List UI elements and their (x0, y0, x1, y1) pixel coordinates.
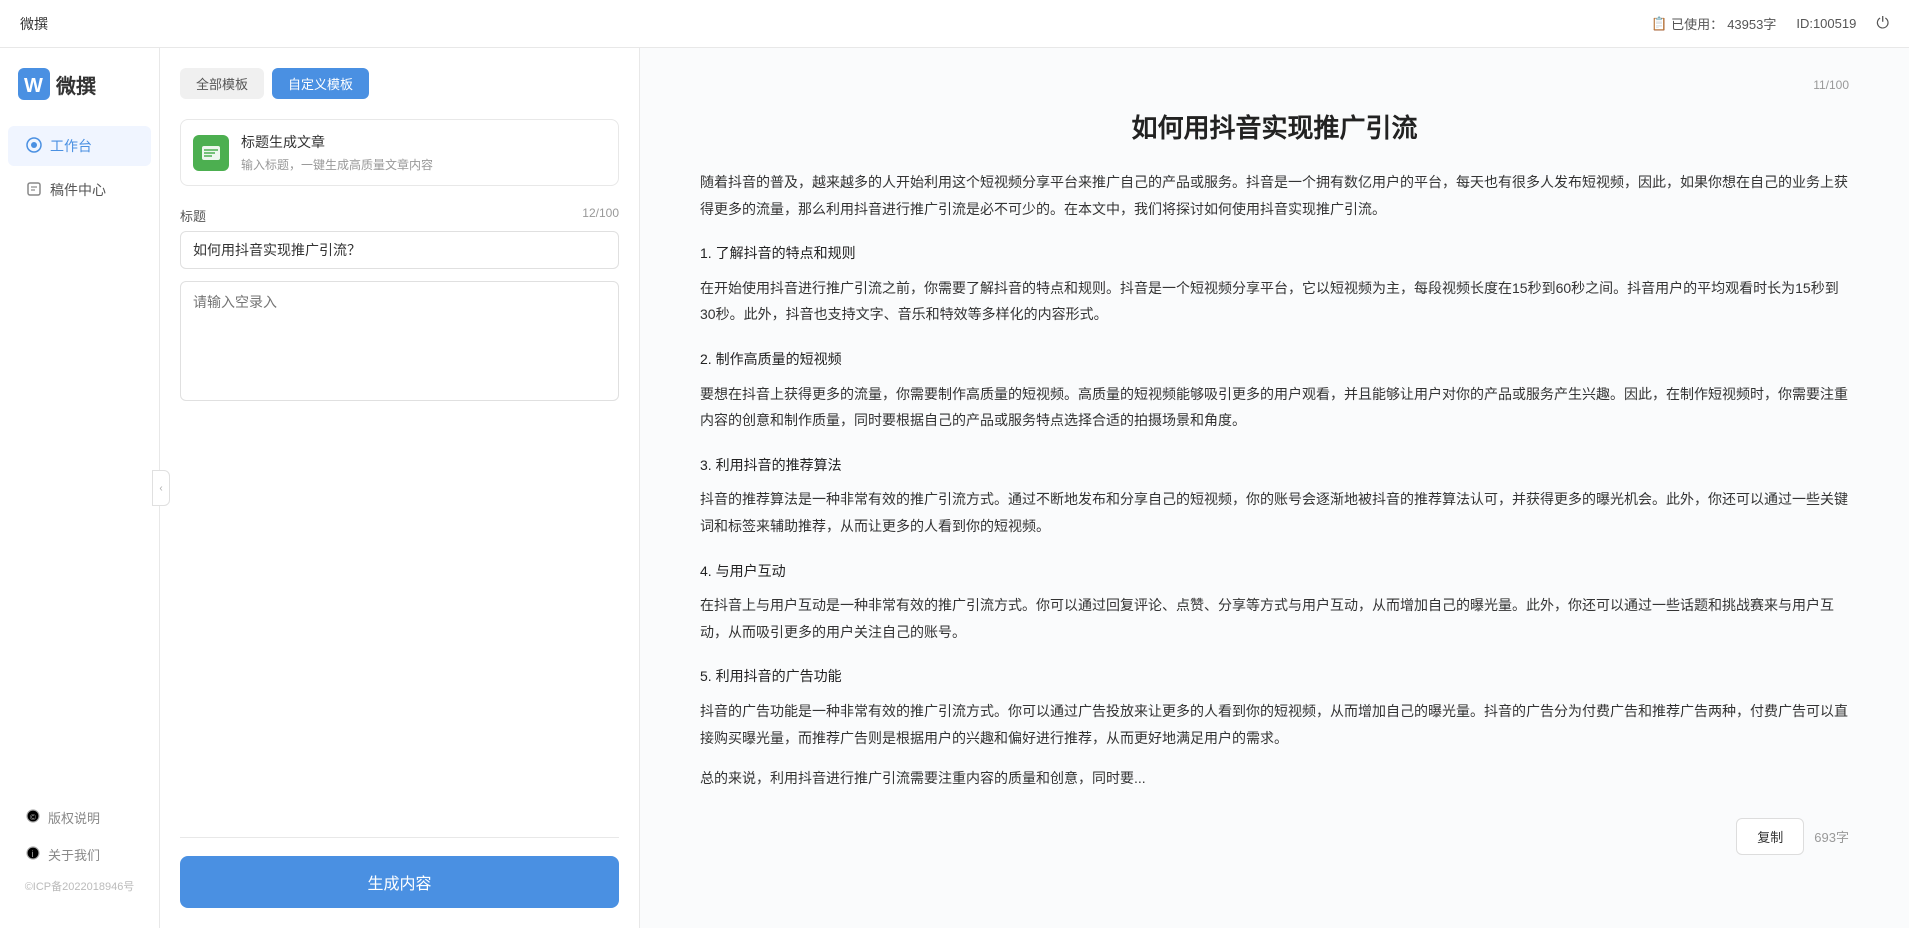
logo-icon: W (18, 68, 50, 100)
main-layout: W 微撰 工作台 稿件中心 (0, 48, 1909, 928)
left-panel: 全部模板 自定义模板 标题生成文章 输入标题，一键生成高质量文章内容 (160, 48, 640, 928)
tab-all-templates[interactable]: 全部模板 (180, 68, 264, 99)
page-counter: 11/100 (700, 78, 1849, 92)
title-input[interactable] (180, 231, 619, 269)
sidebar: W 微撰 工作台 稿件中心 (0, 48, 160, 928)
sidebar-item-label-workbench: 工作台 (50, 136, 92, 156)
topbar-title: 微撰 (20, 14, 48, 34)
field-title-label: 标题 (180, 206, 206, 225)
tab-custom-templates[interactable]: 自定义模板 (272, 68, 369, 99)
sidebar-item-label-drafts: 稿件中心 (50, 180, 106, 200)
logo-area: W 微撰 (0, 68, 159, 124)
article-paragraph: 在抖音上与用户互动是一种非常有效的推广引流方式。你可以通过回复评论、点赞、分享等… (700, 592, 1849, 645)
article-paragraph: 在开始使用抖音进行推广引流之前，你需要了解抖音的特点和规则。抖音是一个短视频分享… (700, 275, 1849, 328)
article-section-heading: 3. 利用抖音的推荐算法 (700, 452, 1849, 479)
article-section-heading: 5. 利用抖音的广告功能 (700, 663, 1849, 690)
article-paragraph: 要想在抖音上获得更多的流量，你需要制作高质量的短视频。高质量的短视频能够吸引更多… (700, 381, 1849, 434)
article-paragraph: 抖音的广告功能是一种非常有效的推广引流方式。你可以通过广告投放来让更多的人看到你… (700, 698, 1849, 751)
sidebar-item-copyright[interactable]: © 版权说明 (8, 800, 151, 835)
workbench-icon (26, 137, 42, 156)
topbar-id: ID:100519 (1796, 16, 1856, 31)
copyright-icon: © (26, 809, 40, 826)
article-paragraph: 抖音的推荐算法是一种非常有效的推广引流方式。通过不断地发布和分享自己的短视频，你… (700, 486, 1849, 539)
topbar: 微撰 📋 已使用： 43953字 ID:100519 ⏻ (0, 0, 1909, 48)
drafts-icon (26, 181, 42, 200)
article-title: 如何用抖音实现推广引流 (700, 108, 1849, 145)
template-icon (193, 135, 229, 171)
tabs-row: 全部模板 自定义模板 (180, 68, 619, 99)
svg-text:©: © (30, 813, 36, 822)
article-section-heading: 2. 制作高质量的短视频 (700, 346, 1849, 373)
article-section-heading: 1. 了解抖音的特点和规则 (700, 240, 1849, 267)
content-area: 全部模板 自定义模板 标题生成文章 输入标题，一键生成高质量文章内容 (160, 48, 1909, 928)
copyright-label: 版权说明 (48, 808, 100, 827)
copy-button[interactable]: 复制 (1736, 818, 1804, 855)
about-icon: i (26, 846, 40, 863)
logo-text: 微撰 (56, 70, 96, 99)
template-card[interactable]: 标题生成文章 输入标题，一键生成高质量文章内容 (180, 119, 619, 186)
field-title-counter: 12/100 (582, 206, 619, 225)
svg-text:i: i (32, 849, 34, 859)
template-name: 标题生成文章 (241, 132, 433, 152)
sidebar-bottom: © 版权说明 i 关于我们 ©ICP备2022018946号 (0, 798, 159, 908)
icp-text: ©ICP备2022018946号 (0, 874, 159, 898)
sidebar-item-about[interactable]: i 关于我们 (8, 837, 151, 872)
template-info: 标题生成文章 输入标题，一键生成高质量文章内容 (241, 132, 433, 173)
usage-count: 43953字 (1727, 14, 1776, 33)
right-panel: 11/100 如何用抖音实现推广引流 随着抖音的普及，越来越多的人开始利用这个短… (640, 48, 1909, 928)
about-label: 关于我们 (48, 845, 100, 864)
template-desc: 输入标题，一键生成高质量文章内容 (241, 156, 433, 173)
svg-text:W: W (24, 75, 43, 97)
calendar-icon: 📋 (1651, 16, 1667, 32)
content-textarea[interactable] (180, 281, 619, 401)
generate-button[interactable]: 生成内容 (180, 856, 619, 908)
article-paragraph: 总的来说，利用抖音进行推广引流需要注重内容的质量和创意，同时要... (700, 765, 1849, 792)
field-title-label-row: 标题 12/100 (180, 206, 619, 225)
topbar-usage: 📋 已使用： 43953字 (1651, 14, 1776, 33)
sidebar-item-workbench[interactable]: 工作台 (8, 126, 151, 166)
sidebar-item-drafts[interactable]: 稿件中心 (8, 170, 151, 210)
bottom-bar: 复制 693字 (700, 806, 1849, 859)
article-paragraph: 随着抖音的普及，越来越多的人开始利用这个短视频分享平台来推广自己的产品或服务。抖… (700, 169, 1849, 222)
word-count: 693字 (1814, 827, 1849, 846)
article-section-heading: 4. 与用户互动 (700, 558, 1849, 585)
sidebar-collapse-button[interactable]: ‹ (152, 470, 170, 506)
usage-label: 已使用： (1671, 14, 1723, 33)
topbar-right: 📋 已使用： 43953字 ID:100519 ⏻ (1651, 14, 1889, 33)
divider (180, 837, 619, 838)
article-body: 随着抖音的普及，越来越多的人开始利用这个短视频分享平台来推广自己的产品或服务。抖… (700, 169, 1849, 792)
power-icon[interactable]: ⏻ (1876, 15, 1889, 33)
